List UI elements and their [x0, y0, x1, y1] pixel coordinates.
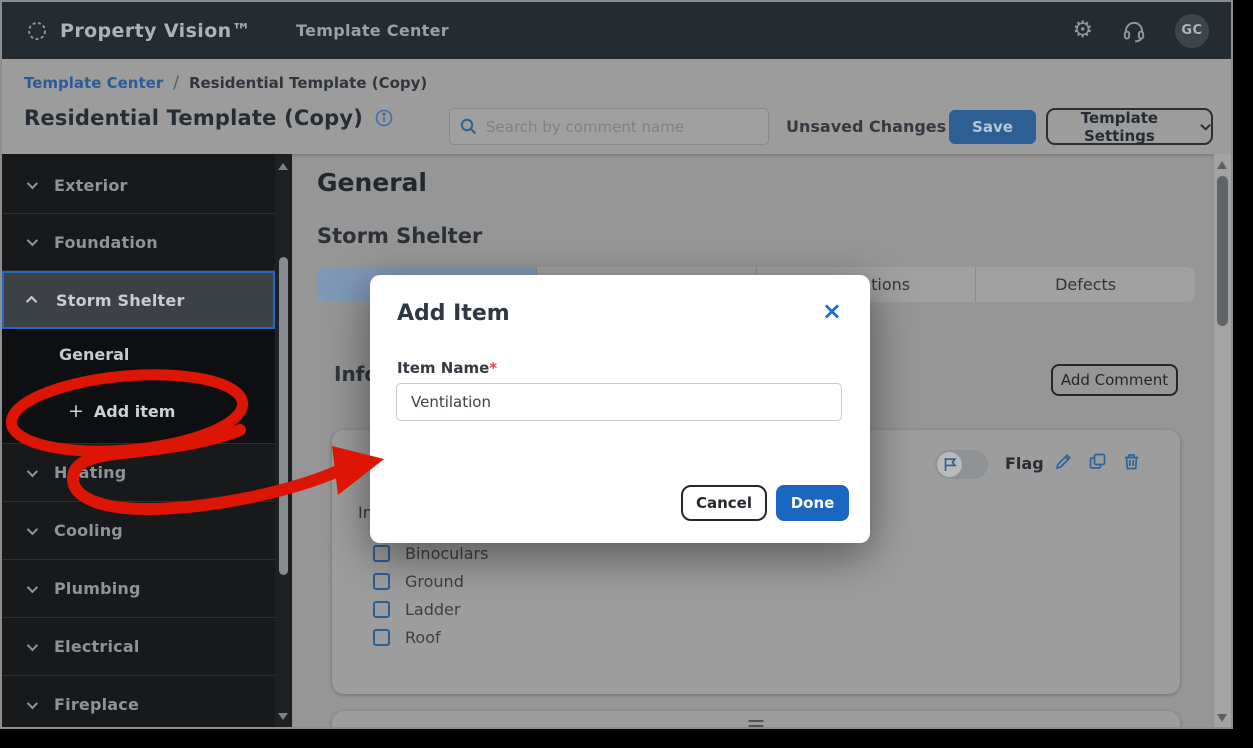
chevron-down-icon [27, 697, 38, 708]
sidebar-item-cooling[interactable]: Cooling [2, 502, 275, 560]
toggle-knob [937, 452, 962, 477]
checkbox-unchecked[interactable] [373, 573, 390, 590]
add-item-button[interactable]: + Add item [68, 400, 175, 422]
save-button[interactable]: Save [949, 110, 1036, 144]
sidebar-item-heating[interactable]: Heating [2, 444, 275, 502]
modal-title: Add Item [397, 301, 510, 326]
checkbox-unchecked[interactable] [373, 545, 390, 562]
checkbox-unchecked[interactable] [373, 601, 390, 618]
breadcrumb-link[interactable]: Template Center [24, 74, 163, 92]
template-settings-button[interactable]: Template Settings [1046, 108, 1213, 145]
sidebar-item-plumbing[interactable]: Plumbing [2, 560, 275, 618]
chevron-down-icon [27, 465, 38, 476]
chevron-up-icon [26, 296, 37, 307]
field-label-text: Item Name [397, 359, 489, 377]
chevron-down-icon [1200, 123, 1211, 131]
topbar: Property Vision™ Template Center ⚙ GC [2, 2, 1231, 59]
checkbox-label: Binoculars [405, 544, 488, 563]
sidebar-item-fireplace[interactable]: Fireplace [2, 676, 275, 729]
brand-title: Property Vision™ [60, 20, 251, 42]
add-item-label: Add item [94, 402, 176, 421]
scroll-down-icon[interactable] [278, 713, 288, 720]
checkbox-label: Ladder [405, 600, 460, 619]
app-logo-icon [26, 20, 48, 42]
item-name-label: Item Name* [397, 359, 497, 377]
add-comment-button[interactable]: Add Comment [1051, 364, 1178, 396]
flag-label: Flag [1005, 454, 1044, 473]
sidebar-item-label: Exterior [54, 176, 128, 195]
delete-trash-icon[interactable] [1122, 452, 1142, 472]
breadcrumb-separator: / [173, 73, 179, 93]
chevron-down-icon [27, 235, 38, 246]
flag-toggle[interactable] [935, 450, 988, 479]
edit-pencil-icon[interactable] [1054, 452, 1074, 472]
template-settings-label: Template Settings [1048, 109, 1191, 145]
sidebar-scrollbar[interactable] [275, 154, 292, 727]
scroll-up-icon[interactable] [1217, 161, 1227, 169]
sidebar-item-exterior[interactable]: Exterior [2, 157, 275, 214]
page-title: Residential Template (Copy) [24, 106, 363, 130]
subsection-heading: Storm Shelter [317, 224, 482, 248]
sidebar-item-label: Fireplace [54, 695, 139, 714]
main-scrollbar[interactable] [1214, 154, 1231, 727]
chevron-down-icon [27, 178, 38, 189]
sidebar-item-foundation[interactable]: Foundation [2, 214, 275, 271]
tab-defects[interactable]: Defects [976, 267, 1195, 302]
checkbox-unchecked[interactable] [373, 629, 390, 646]
sidebar-item-label: Cooling [54, 521, 123, 540]
checkbox-row[interactable]: Binoculars [373, 544, 488, 563]
close-icon[interactable]: × [822, 299, 842, 323]
storm-shelter-subpanel: General + Add item [2, 329, 275, 444]
checkbox-label: Roof [405, 628, 441, 647]
scroll-down-icon[interactable] [1217, 714, 1227, 722]
app-window: Property Vision™ Template Center ⚙ GC Te… [0, 0, 1233, 729]
chevron-down-icon [27, 581, 38, 592]
info-icon[interactable] [375, 109, 393, 127]
duplicate-icon[interactable] [1088, 452, 1108, 472]
chevron-down-icon [27, 523, 38, 534]
scroll-up-icon[interactable] [278, 163, 288, 170]
user-avatar[interactable]: GC [1175, 14, 1209, 48]
required-asterisk: * [489, 359, 497, 377]
scrollbar-thumb[interactable] [1217, 176, 1228, 326]
support-headset-icon[interactable] [1121, 18, 1147, 44]
search-icon [460, 118, 477, 135]
sidebar-item-label: Plumbing [54, 579, 141, 598]
breadcrumb-current: Residential Template (Copy) [189, 74, 427, 92]
nav-template-center[interactable]: Template Center [296, 21, 449, 40]
sidebar-item-label: Storm Shelter [56, 291, 185, 310]
item-name-input[interactable] [396, 383, 842, 421]
drag-handle-icon[interactable] [749, 720, 764, 729]
sidebar-subitem-general[interactable]: General [59, 345, 129, 364]
sidebar-item-label: Heating [54, 463, 126, 482]
chevron-down-icon [27, 639, 38, 650]
page-header: Template Center / Residential Template (… [2, 59, 1231, 154]
cancel-button[interactable]: Cancel [681, 485, 767, 521]
checkbox-row[interactable]: Ground [373, 572, 464, 591]
checkbox-label: Ground [405, 572, 464, 591]
search-input[interactable] [486, 118, 758, 136]
unsaved-changes-label: Unsaved Changes [786, 117, 946, 136]
breadcrumb: Template Center / Residential Template (… [24, 73, 427, 93]
sidebar-item-label: Foundation [54, 233, 158, 252]
checkbox-row[interactable]: Ladder [373, 600, 460, 619]
sidebar-item-label: Electrical [54, 637, 140, 656]
scrollbar-thumb[interactable] [279, 257, 288, 575]
done-button[interactable]: Done [776, 485, 849, 521]
next-comment-card [332, 711, 1180, 729]
flag-icon [943, 457, 957, 472]
sidebar-item-electrical[interactable]: Electrical [2, 618, 275, 676]
checkbox-row[interactable]: Roof [373, 628, 441, 647]
add-item-modal: Add Item × Item Name* Cancel Done [370, 275, 870, 543]
section-heading: General [317, 168, 427, 197]
sidebar-item-storm-shelter[interactable]: Storm Shelter [2, 271, 275, 329]
comment-search[interactable] [449, 108, 769, 145]
settings-gear-icon[interactable]: ⚙ [1072, 19, 1093, 42]
plus-icon: + [68, 400, 84, 422]
sections-sidebar: Exterior Foundation Storm Shelter Genera… [2, 154, 275, 727]
